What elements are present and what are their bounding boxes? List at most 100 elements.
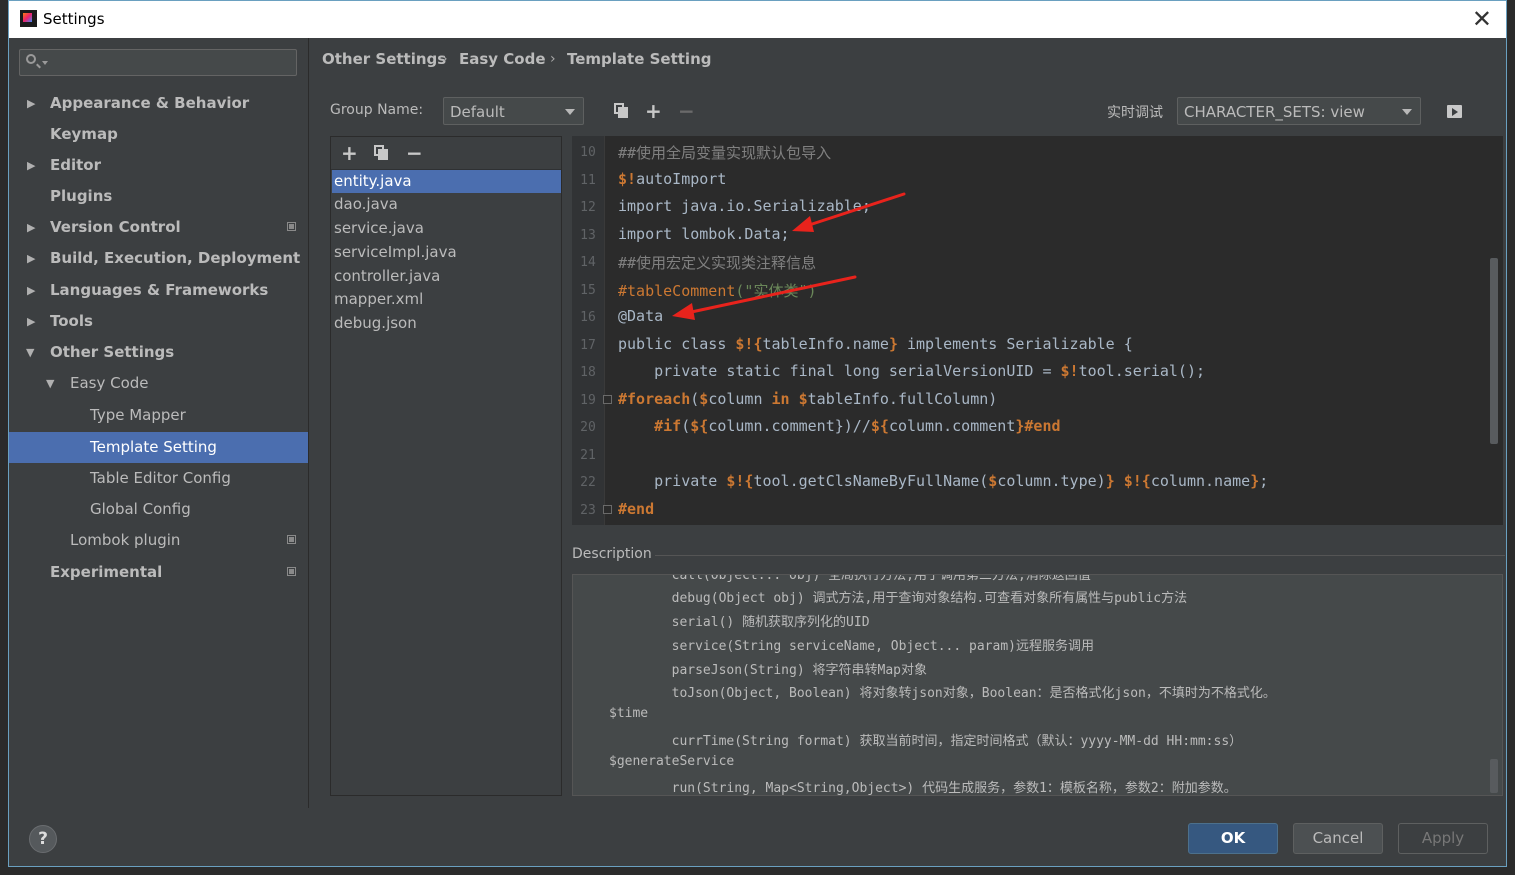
line-number: 18	[580, 365, 596, 380]
description-line: currTime(String format) 获取当前时间，指定时间格式（默认…	[609, 734, 1243, 749]
sidebar-item-other-settings[interactable]: ▼ Other Settings	[9, 337, 308, 368]
sidebar-item-plugins[interactable]: Plugins	[9, 181, 308, 212]
sidebar-item-type-mapper[interactable]: Type Mapper	[9, 400, 308, 431]
sidebar-item-easy-code[interactable]: ▼ Easy Code	[9, 368, 308, 399]
line-number: 19	[580, 393, 596, 408]
code-token: ;	[1259, 472, 1269, 490]
code-token: tool.serial();	[1078, 362, 1206, 380]
template-item-dao[interactable]: dao.java	[332, 193, 561, 216]
fold-marker-icon[interactable]	[603, 395, 612, 404]
template-item-entity[interactable]: entity.java	[332, 170, 561, 193]
template-item-debug[interactable]: debug.json	[332, 312, 561, 335]
sidebar-item-tools[interactable]: ▶ Tools	[9, 306, 308, 337]
group-name-select[interactable]: Default	[443, 97, 584, 125]
description-line: debug(Object obj) 调式方法,用于查询对象结构.可查看对象所有属…	[609, 591, 1188, 606]
fold-marker-icon[interactable]	[603, 505, 612, 514]
template-code-editor[interactable]: 10 11 12 13 14 15 16 17 18 19 20 21 22 2…	[572, 136, 1503, 525]
file-list-toolbar: + −	[331, 137, 561, 170]
title-bar: Settings ✕	[9, 1, 1506, 38]
code-line: #if(${column.comment})//${column.comment…	[618, 417, 1061, 435]
sidebar-item-label: Version Control	[50, 218, 181, 236]
code-token: private	[618, 472, 727, 490]
description-line: parseJson(String) 将字符串转Map对象	[609, 663, 927, 678]
sidebar-item-label: Editor	[50, 156, 101, 174]
sidebar-item-lombok-plugin[interactable]: Lombok plugin	[9, 525, 308, 556]
code-token: $	[699, 390, 709, 408]
project-settings-icon	[287, 535, 296, 544]
cancel-button[interactable]: Cancel	[1293, 823, 1383, 854]
description-line: $time	[609, 706, 649, 721]
breadcrumb-other-settings[interactable]: Other Settings	[322, 50, 446, 68]
code-line: import lombok.Data;	[618, 225, 790, 243]
line-number: 17	[580, 338, 596, 353]
code-token: tableInfo.fullColumn)	[807, 390, 998, 408]
description-panel[interactable]: call(Object... obj) 全局执行方法,用于调用第三方法,消除返回…	[572, 574, 1503, 796]
add-group-icon[interactable]: +	[645, 101, 662, 121]
description-divider	[655, 555, 1505, 556]
template-item-service-impl[interactable]: serviceImpl.java	[332, 241, 561, 264]
code-token: #end	[1024, 417, 1061, 435]
sidebar-item-label: Keymap	[50, 125, 118, 143]
window-title: Settings	[43, 10, 105, 28]
help-button[interactable]: ?	[29, 825, 57, 853]
template-file-list: + − entity.java dao.java service.java se…	[330, 136, 562, 796]
code-token: column	[708, 390, 772, 408]
copy-template-icon[interactable]	[374, 145, 388, 160]
line-number: 15	[580, 283, 596, 298]
breadcrumb-easy-code[interactable]: Easy Code	[459, 50, 546, 68]
settings-search-input[interactable]	[19, 49, 297, 76]
code-token: private static final long serialVersionU…	[618, 362, 1061, 380]
breadcrumb-separator: ›	[442, 51, 448, 67]
code-token: $!{	[1123, 472, 1151, 490]
sidebar-item-appearance-behavior[interactable]: ▶ Appearance & Behavior	[9, 88, 308, 119]
code-token: $!{	[726, 472, 754, 490]
sidebar-item-label: Build, Execution, Deployment	[50, 249, 301, 267]
description-scrollbar[interactable]	[1490, 759, 1498, 793]
run-debug-icon[interactable]	[1447, 105, 1462, 118]
sidebar-item-template-setting[interactable]: Template Setting	[9, 432, 308, 463]
sidebar-item-experimental[interactable]: Experimental	[9, 557, 308, 588]
sidebar-item-keymap[interactable]: Keymap	[9, 119, 308, 150]
description-line: $generateService	[609, 754, 735, 769]
line-number: 12	[580, 200, 596, 215]
chevron-down-icon	[1402, 109, 1412, 115]
copy-group-icon[interactable]	[614, 103, 628, 118]
expand-arrow-icon: ▶	[27, 159, 36, 172]
sidebar-item-label: Lombok plugin	[70, 531, 181, 549]
code-token: $!{	[735, 335, 763, 353]
code-line: ##使用宏定义实现类注释信息	[618, 252, 816, 273]
code-token: column.name	[1150, 472, 1251, 490]
code-token: ##使用宏定义实现类注释信息	[618, 254, 817, 272]
remove-group-icon[interactable]: −	[678, 101, 695, 121]
add-template-icon[interactable]: +	[341, 143, 358, 163]
apply-button[interactable]: Apply	[1398, 823, 1488, 854]
code-line: #tableComment("实体类")	[618, 280, 817, 301]
template-item-controller[interactable]: controller.java	[332, 265, 561, 288]
editor-scrollbar[interactable]	[1490, 258, 1498, 444]
line-number: 21	[580, 448, 596, 463]
line-number: 22	[580, 475, 596, 490]
code-token: }	[1105, 472, 1115, 490]
sidebar-item-label: Template Setting	[90, 438, 217, 456]
sidebar-item-editor[interactable]: ▶ Editor	[9, 150, 308, 181]
sidebar-item-label: Experimental	[50, 563, 163, 581]
code-token: column.comment	[708, 417, 835, 435]
code-token: (	[681, 417, 691, 435]
sidebar-item-build-execution-deployment[interactable]: ▶ Build, Execution, Deployment	[9, 243, 308, 274]
intellij-logo-icon	[20, 10, 37, 27]
template-item-mapper[interactable]: mapper.xml	[332, 288, 561, 311]
sidebar-item-table-editor-config[interactable]: Table Editor Config	[9, 463, 308, 494]
remove-template-icon[interactable]: −	[406, 143, 423, 163]
code-line: @Data	[618, 307, 664, 325]
close-button[interactable]: ✕	[1472, 5, 1492, 33]
sidebar-item-languages-frameworks[interactable]: ▶ Languages & Frameworks	[9, 275, 308, 306]
debug-target-select[interactable]: CHARACTER_SETS: view	[1177, 97, 1421, 125]
line-number-gutter: 10 11 12 13 14 15 16 17 18 19 20 21 22 2…	[572, 136, 605, 525]
template-item-service[interactable]: service.java	[332, 217, 561, 240]
sidebar-item-version-control[interactable]: ▶ Version Control	[9, 212, 308, 243]
code-token: ${	[870, 417, 889, 435]
chevron-down-icon	[565, 109, 575, 115]
sidebar-item-global-config[interactable]: Global Config	[9, 494, 308, 525]
ok-button[interactable]: OK	[1188, 823, 1278, 854]
